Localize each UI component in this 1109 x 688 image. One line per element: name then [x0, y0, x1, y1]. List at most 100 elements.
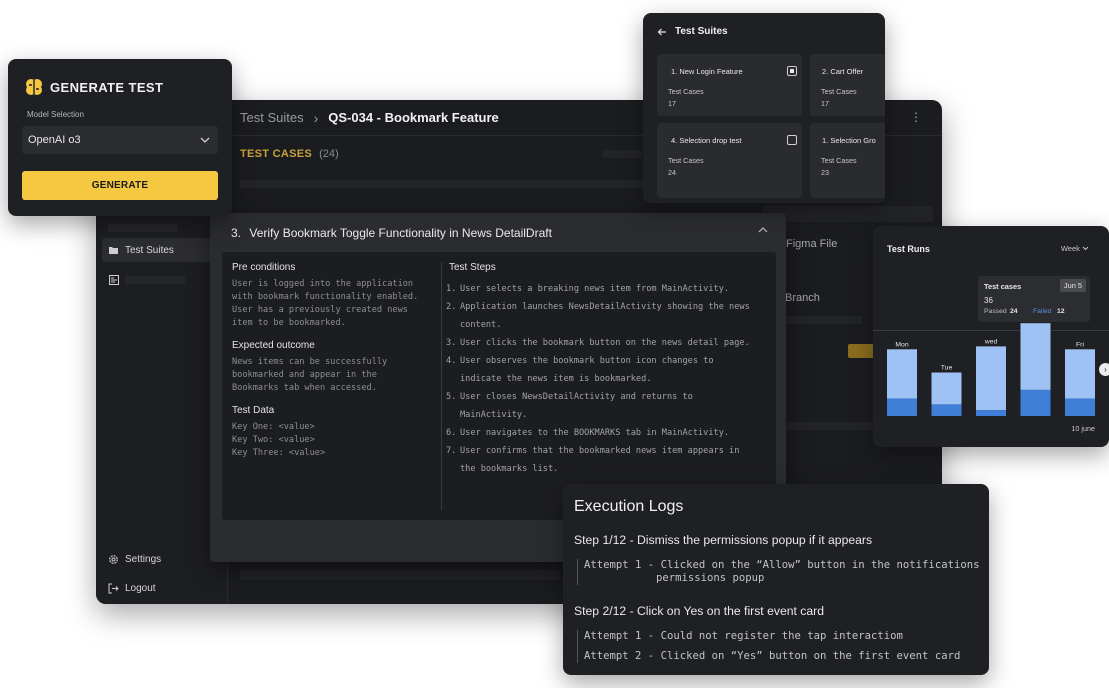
suite-count-label: Test Cases	[668, 156, 704, 165]
suite-checkbox[interactable]	[787, 66, 797, 76]
step-text: User confirms that the bookmarked news i…	[460, 446, 740, 456]
test-steps-heading: Test Steps	[449, 262, 496, 273]
test-steps-list: 1. User selects a breaking news item from…	[446, 280, 766, 478]
bar-segment-upper[interactable]	[887, 349, 917, 399]
kebab-menu-icon[interactable]: ⋮	[910, 111, 922, 123]
bar-segment-lower[interactable]	[887, 398, 917, 416]
step-text: User clicks the bookmark button on the n…	[460, 338, 750, 348]
expected-outcome-heading: Expected outcome	[232, 340, 315, 351]
gear-icon	[108, 554, 119, 565]
chevron-right-icon[interactable]: ›	[1099, 363, 1109, 376]
test-case-title[interactable]: 3. Verify Bookmark Toggle Functionality …	[231, 226, 552, 240]
test-step: 4. User observes the bookmark button icon…	[446, 352, 766, 370]
sidebar-item-collapsed[interactable]	[102, 268, 226, 292]
grid-icon	[108, 275, 119, 286]
x-tick-label: Fri	[1076, 341, 1084, 348]
test-step: MainActivity.	[446, 406, 766, 424]
log-attempts: Attempt 1 - Could not register the tap i…	[577, 630, 960, 663]
suite-card[interactable]: 1. New Login Feature Test Cases 17	[657, 54, 802, 116]
chevron-down-icon	[200, 135, 210, 145]
tooltip-passed-value: 24	[1010, 308, 1018, 315]
test-data-heading: Test Data	[232, 405, 275, 416]
back-arrow-icon[interactable]	[657, 27, 667, 37]
suite-name: 2. Cart Offer	[822, 67, 864, 76]
step-text: MainActivity.	[460, 410, 528, 420]
chart-tooltip: Test cases Jun 5 36 Passed 24 Failed 12	[978, 276, 1090, 322]
test-data-line: Key Two: <value>	[232, 435, 315, 445]
test-step: content.	[446, 316, 766, 334]
suite-count-value: 17	[668, 99, 676, 108]
x-tick-label: Mon	[895, 341, 908, 348]
preconditions-line: User has a previously created news	[232, 305, 408, 315]
preconditions-line: User is logged into the application	[232, 279, 414, 289]
step-text: User navigates to the BOOKMARKS tab in M…	[460, 428, 730, 438]
expected-line: bookmarked and appear in the	[232, 370, 377, 380]
step-text: indicate the news item is bookmarked.	[460, 374, 652, 384]
folder-icon	[108, 245, 119, 256]
sidebar-item-test-suites[interactable]: Test Suites	[102, 238, 226, 262]
test-step: 5. User closes NewsDetailActivity and ret…	[446, 388, 766, 406]
generate-test-panel: GENERATE TEST Model Selection OpenAI o3 …	[8, 59, 232, 216]
test-cases-header: TEST CASES (24)	[240, 148, 339, 160]
preconditions-line: with bookmark functionality enabled.	[232, 292, 419, 302]
step-number: 6.	[446, 428, 457, 438]
model-select[interactable]: OpenAI o3	[22, 126, 218, 154]
expected-outcome-text: News items can be successfully bookmarke…	[232, 356, 387, 395]
suite-card[interactable]: 2. Cart Offer Test Cases 17	[810, 54, 885, 116]
bar-segment-upper[interactable]	[976, 346, 1006, 411]
attempt-label: Attempt 1 -	[584, 559, 655, 571]
bar-segment-lower[interactable]	[931, 404, 962, 416]
x-tick-label: wed	[984, 338, 998, 345]
branch-label: Branch	[785, 292, 820, 304]
suite-count-value: 23	[821, 168, 829, 177]
chevron-up-icon[interactable]	[758, 224, 768, 236]
bar-segment-lower[interactable]	[1020, 389, 1051, 416]
breadcrumb-parent[interactable]: Test Suites	[240, 110, 304, 125]
expected-line: News items can be successfully	[232, 357, 388, 367]
suite-name: 1. New Login Feature	[671, 67, 743, 76]
sidebar-item-logout[interactable]: Logout	[102, 576, 226, 600]
figma-file-label: Figma File	[786, 238, 838, 250]
test-step: 3. User clicks the bookmark button on the…	[446, 334, 766, 352]
page-title: QS-034 - Bookmark Feature	[328, 110, 499, 125]
bar-segment-lower[interactable]	[976, 410, 1006, 416]
placeholder-row	[784, 316, 862, 324]
execution-logs-title: Execution Logs	[574, 498, 684, 515]
step-text: content.	[460, 320, 502, 330]
step-number: 2.	[446, 302, 457, 312]
log-attempts: Attempt 1 - Clicked on the “Allow” butto…	[577, 559, 979, 585]
tooltip-total: 36	[984, 296, 993, 305]
model-select-value: OpenAI o3	[28, 134, 81, 146]
sidebar-item-settings[interactable]: Settings	[102, 547, 226, 571]
bar-segment-upper[interactable]	[931, 372, 962, 405]
tooltip-failed-value: 12	[1057, 308, 1065, 315]
bar-segment-upper[interactable]	[1020, 323, 1051, 390]
model-selection-label: Model Selection	[27, 110, 84, 119]
test-step: the bookmarks list.	[446, 460, 766, 478]
suite-checkbox[interactable]	[787, 135, 797, 145]
placeholder-row	[240, 570, 560, 580]
generate-button[interactable]: GENERATE	[22, 171, 218, 200]
preconditions-line: item to be bookmarked.	[232, 318, 346, 328]
test-step: 1. User selects a breaking news item from…	[446, 280, 766, 298]
test-case-number: 3.	[231, 226, 242, 240]
bar-segment-upper[interactable]	[1065, 349, 1095, 399]
test-step: indicate the news item is bookmarked.	[446, 370, 766, 388]
expected-line: Bookmarks tab when accessed.	[232, 383, 377, 393]
attempt-text: Clicked on “Yes” button on the first eve…	[660, 650, 961, 662]
suite-card[interactable]: 4. Selection drop test Test Cases 24	[657, 123, 802, 198]
step-number: 5.	[446, 392, 457, 402]
execution-logs-panel: Execution Logs Step 1/12 - Dismiss the p…	[563, 484, 989, 675]
suite-count-label: Test Cases	[668, 87, 704, 96]
brain-icon	[24, 77, 44, 97]
test-case-details: Pre conditions User is logged into the a…	[222, 252, 776, 520]
attempt-text: Clicked on the “Allow” button in the not…	[660, 559, 980, 571]
suite-count-label: Test Cases	[821, 87, 857, 96]
placeholder-row	[602, 150, 642, 158]
suite-card[interactable]: 1. Selection Gro Test Cases 23	[810, 123, 885, 198]
sidebar-placeholder	[108, 224, 178, 232]
test-suites-title: Test Suites	[675, 26, 728, 37]
bar-segment-lower[interactable]	[1065, 398, 1095, 416]
sidebar-item-label: Logout	[125, 582, 156, 594]
tooltip-title: Test cases	[984, 282, 1022, 291]
